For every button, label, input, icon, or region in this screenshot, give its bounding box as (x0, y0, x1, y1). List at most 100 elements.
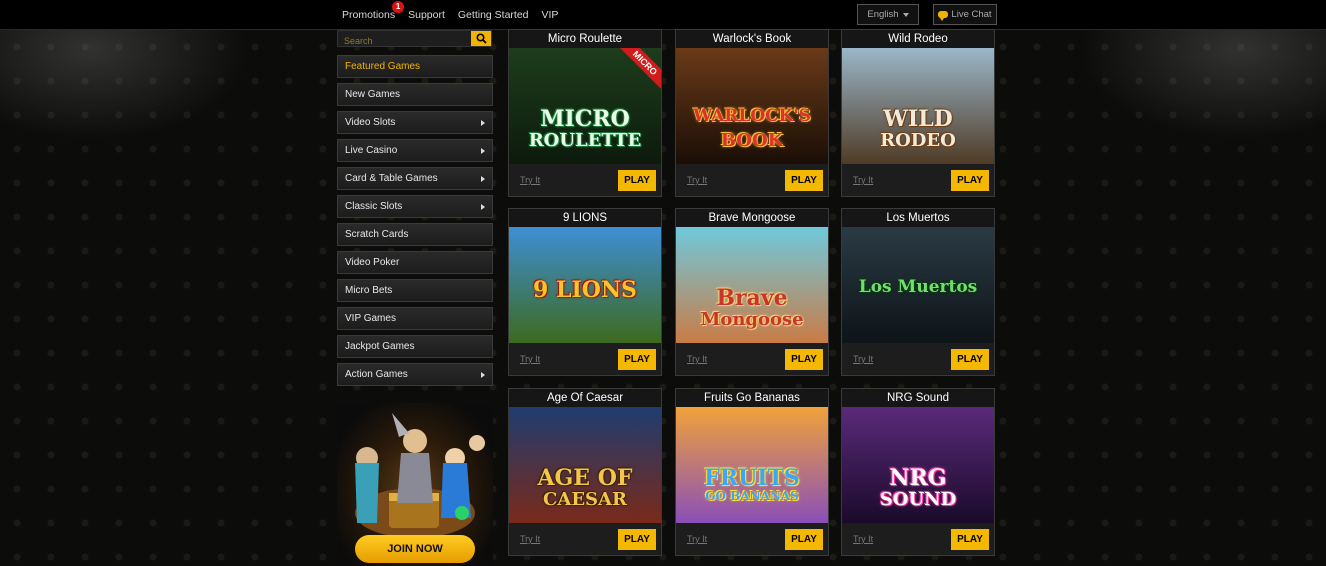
play-button[interactable]: PLAY (785, 170, 823, 191)
chevron-right-icon (481, 175, 485, 182)
menu-item-new-games[interactable]: New Games (337, 83, 493, 106)
try-it-link[interactable]: Try It (687, 175, 707, 185)
menu-item-classic-slots[interactable]: Classic Slots (337, 195, 493, 218)
menu-item-scratch-cards[interactable]: Scratch Cards (337, 223, 493, 246)
menu-item-label: Classic Slots (345, 201, 403, 212)
game-logo-subtext: CAESAR (543, 489, 627, 510)
game-logo-text: MICRO (540, 106, 630, 132)
try-it-link[interactable]: Try It (520, 354, 540, 364)
chat-bubble-icon (938, 11, 949, 21)
try-it-link[interactable]: Try It (520, 534, 540, 544)
menu-item-micro-bets[interactable]: Micro Bets (337, 279, 493, 302)
game-card: Fruits Go Bananas FRUITS GO BANANAS Try It P… (675, 388, 829, 556)
game-logo-text: FRUITS (704, 465, 800, 491)
chevron-right-icon (481, 147, 485, 154)
play-button[interactable]: PLAY (785, 349, 823, 370)
menu-item-action-games[interactable]: Action Games (337, 363, 493, 386)
chevron-right-icon (481, 371, 485, 378)
menu-item-jackpot-games[interactable]: Jackpot Games (337, 335, 493, 358)
chevron-right-icon (481, 119, 485, 126)
try-it-link[interactable]: Try It (853, 354, 873, 364)
game-logo-subtext: BOOK (720, 130, 784, 151)
game-title: Brave Mongoose (676, 209, 828, 227)
game-title: Age Of Caesar (509, 389, 661, 407)
language-select[interactable]: English (857, 4, 919, 25)
game-thumbnail[interactable]: NRG SOUND (842, 407, 994, 523)
game-logo-subtext: SOUND (879, 489, 957, 510)
game-logo-text: Brave (716, 285, 788, 311)
menu-item-label: Action Games (345, 369, 408, 380)
menu-item-label: New Games (345, 89, 401, 100)
menu-item-video-poker[interactable]: Video Poker (337, 251, 493, 274)
play-button[interactable]: PLAY (618, 529, 656, 550)
game-logo-subtext: RODEO (880, 130, 956, 151)
menu-item-label: VIP Games (345, 313, 396, 324)
game-thumbnail[interactable]: WILD RODEO (842, 48, 994, 164)
play-button[interactable]: PLAY (951, 349, 989, 370)
game-card: Brave Mongoose Brave Mongoose Try It PLAY (675, 208, 829, 376)
menu-item-vip-games[interactable]: VIP Games (337, 307, 493, 330)
try-it-link[interactable]: Try It (687, 534, 707, 544)
game-thumbnail[interactable]: MICRO ROULETTE MICRO (509, 48, 661, 164)
micro-corner-ribbon: MICRO (618, 48, 661, 90)
game-title: Micro Roulette (509, 30, 661, 48)
game-title: 9 LIONS (509, 209, 661, 227)
game-card: Age Of Caesar AGE OF CAESAR Try It PLAY (508, 388, 662, 556)
live-chat-button[interactable]: Live Chat (933, 4, 997, 25)
play-button[interactable]: PLAY (785, 529, 823, 550)
game-logo-text: AGE OF (537, 465, 633, 491)
try-it-link[interactable]: Try It (520, 175, 540, 185)
menu-item-label: Video Poker (345, 257, 400, 268)
top-nav: Promotions 1 Support Getting Started VIP (342, 1, 571, 21)
search-icon (475, 33, 487, 44)
play-button[interactable]: PLAY (618, 349, 656, 370)
search-input[interactable] (338, 33, 473, 49)
menu-item-label: Card & Table Games (345, 173, 438, 184)
promo-characters-image (355, 413, 485, 538)
menu-item-live-casino[interactable]: Live Casino (337, 139, 493, 162)
try-it-link[interactable]: Try It (853, 534, 873, 544)
game-title: Warlock's Book (676, 30, 828, 48)
game-card: Micro Roulette MICRO ROULETTE MICRO Try It PL… (508, 29, 662, 197)
game-thumbnail[interactable]: 9 LIONS (509, 227, 661, 343)
join-now-button[interactable]: JOIN NOW (355, 535, 475, 563)
nav-vip[interactable]: VIP (542, 9, 559, 21)
game-card: NRG Sound NRG SOUND Try It PLAY (841, 388, 995, 556)
play-button[interactable]: PLAY (618, 170, 656, 191)
play-button[interactable]: PLAY (951, 529, 989, 550)
play-button[interactable]: PLAY (951, 170, 989, 191)
game-thumbnail[interactable]: Brave Mongoose (676, 227, 828, 343)
menu-item-featured-games[interactable]: Featured Games (337, 55, 493, 78)
game-logo-text: 9 LIONS (533, 277, 637, 303)
game-title: Fruits Go Bananas (676, 389, 828, 407)
try-it-link[interactable]: Try It (687, 354, 707, 364)
game-thumbnail[interactable]: Los Muertos (842, 227, 994, 343)
menu-item-card-table-games[interactable]: Card & Table Games (337, 167, 493, 190)
live-chat-label: Live Chat (951, 9, 992, 20)
nav-getting-started[interactable]: Getting Started (458, 9, 529, 21)
try-it-link[interactable]: Try It (853, 175, 873, 185)
nav-promotions[interactable]: Promotions 1 (342, 1, 405, 21)
menu-item-video-slots[interactable]: Video Slots (337, 111, 493, 134)
promotions-badge: 1 (392, 1, 405, 13)
menu-item-label: Jackpot Games (345, 341, 415, 352)
game-logo-subtext: GO BANANAS (705, 489, 799, 503)
category-menu: Featured Games New Games Video Slots Live C… (337, 55, 493, 391)
game-thumbnail[interactable]: FRUITS GO BANANAS (676, 407, 828, 523)
nav-support[interactable]: Support (408, 9, 445, 21)
page-background (0, 30, 1326, 566)
game-card: Los Muertos Los Muertos Try It PLAY (841, 208, 995, 376)
game-logo-subtext: ROULETTE (528, 130, 642, 151)
game-logo-text: NRG (889, 465, 947, 491)
menu-item-label: Featured Games (345, 61, 421, 72)
game-logo-text: WILD (883, 106, 953, 132)
game-logo-subtext: Mongoose (700, 309, 804, 330)
game-thumbnail[interactable]: WARLOCK'S BOOK (676, 48, 828, 164)
game-logo-text: WARLOCK'S (693, 106, 811, 126)
language-label: English (867, 9, 899, 20)
game-card: 9 LIONS 9 LIONS Try It PLAY (508, 208, 662, 376)
chevron-right-icon (481, 203, 485, 210)
search-button[interactable] (471, 31, 491, 46)
game-thumbnail[interactable]: AGE OF CAESAR (509, 407, 661, 523)
game-card: Wild Rodeo WILD RODEO Try It PLAY (841, 29, 995, 197)
